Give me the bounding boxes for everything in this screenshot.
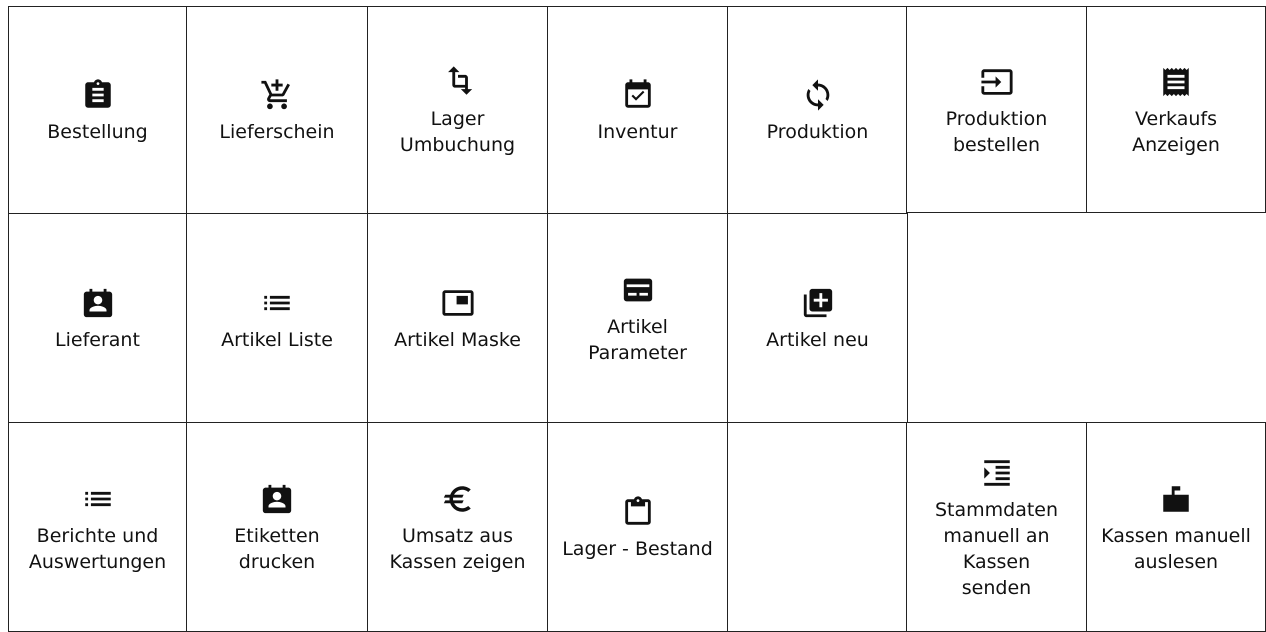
tile-label: Bestellung	[47, 121, 148, 143]
tile-empty	[727, 422, 908, 632]
tile-label: Produktion bestellen	[945, 107, 1048, 156]
tile-umsatz[interactable]: Umsatz aus Kassen zeigen	[367, 422, 548, 632]
tile-label: Artikel Liste	[221, 329, 333, 351]
tile-label: Verkaufs Anzeigen	[1132, 107, 1220, 156]
calendar-check-icon	[618, 75, 658, 115]
tile-label: Umsatz aus Kassen zeigen	[389, 525, 526, 573]
tile-inventur[interactable]: Inventur	[547, 6, 728, 214]
tile-label: Lager - Bestand	[562, 538, 713, 560]
list-icon	[78, 479, 118, 519]
clipboard-list-icon	[78, 75, 118, 115]
tile-lager-umbuchung[interactable]: Lager Umbuchung	[367, 6, 548, 214]
euro-icon	[438, 479, 478, 519]
clipboard-outline-icon	[618, 492, 658, 532]
tile-label: Inventur	[597, 121, 678, 143]
tile-artikel-neu[interactable]: Artikel neu	[727, 213, 908, 423]
tile-kassen-auslesen[interactable]: Kassen manuell auslesen	[1086, 422, 1266, 632]
tile-label: Artikel Maske	[394, 329, 521, 351]
input-arrow-icon	[977, 62, 1017, 102]
tile-label: Produktion	[766, 121, 869, 143]
tile-artikel-parameter[interactable]: Artikel Parameter	[547, 213, 728, 423]
card-icon	[618, 270, 658, 310]
tile-label: Stammdaten manuell an Kassen senden	[934, 499, 1059, 599]
crop-rotate-icon	[438, 62, 478, 102]
tile-lieferschein[interactable]: Lieferschein	[186, 6, 368, 214]
picture-in-picture-icon	[438, 283, 478, 323]
tile-bestellung[interactable]: Bestellung	[8, 6, 187, 214]
tile-berichte[interactable]: Berichte und Auswertungen	[8, 422, 187, 632]
tile-label: Berichte und Auswertungen	[28, 525, 167, 573]
tile-lager-bestand[interactable]: Lager - Bestand	[547, 422, 728, 632]
tile-stammdaten[interactable]: Stammdaten manuell an Kassen senden	[906, 422, 1087, 632]
library-add-icon	[798, 283, 838, 323]
tile-verkaufs-anzeigen[interactable]: Verkaufs Anzeigen	[1086, 6, 1266, 213]
tile-artikel-liste[interactable]: Artikel Liste	[186, 213, 368, 423]
tile-label: Lager Umbuchung	[399, 108, 516, 156]
mailbox-flag-icon	[1156, 479, 1196, 519]
tile-label: Kassen manuell auslesen	[1101, 525, 1251, 573]
tile-label: Lieferschein	[219, 121, 335, 143]
tile-label: Artikel Parameter	[588, 316, 687, 364]
tile-etiketten[interactable]: Etiketten drucken	[186, 422, 368, 632]
sync-icon	[798, 75, 838, 115]
tile-label: Artikel neu	[766, 329, 869, 351]
format-indent-icon	[977, 453, 1017, 493]
tile-lieferant[interactable]: Lieferant	[8, 213, 187, 423]
tile-label: Lieferant	[55, 329, 140, 351]
tile-artikel-maske[interactable]: Artikel Maske	[367, 213, 548, 423]
tile-label: Etiketten drucken	[234, 525, 320, 573]
tile-produktion-bestellen[interactable]: Produktion bestellen	[906, 6, 1087, 213]
list-icon	[257, 283, 297, 323]
receipt-icon	[1156, 62, 1196, 102]
contact-badge-icon	[78, 283, 118, 323]
contact-badge-icon	[257, 479, 297, 519]
tile-produktion[interactable]: Produktion	[727, 6, 908, 214]
cart-plus-icon	[257, 75, 297, 115]
